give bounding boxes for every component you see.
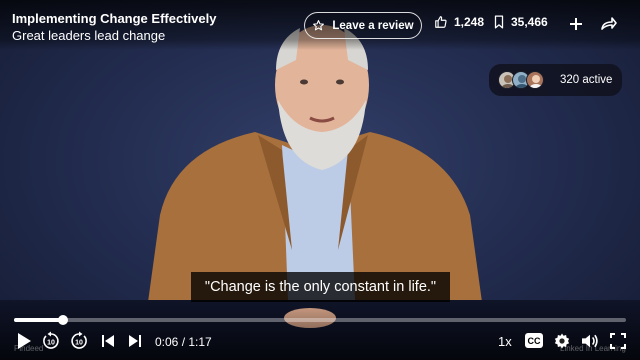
time-display: 0:06 / 1:17 — [155, 335, 212, 349]
avatar — [526, 71, 544, 89]
progress-scrubber[interactable] — [57, 315, 68, 325]
next-button[interactable] — [124, 330, 146, 352]
skip-next-icon — [128, 334, 142, 348]
skip-forward-button[interactable]: 10 — [68, 330, 90, 352]
bookmark-icon — [493, 15, 505, 29]
leave-review-label: Leave a review — [332, 19, 414, 32]
active-viewers-count: 320 active — [560, 74, 613, 86]
star-icon — [312, 19, 325, 32]
progress-bar[interactable] — [14, 315, 626, 325]
progress-fill — [14, 318, 63, 322]
chapter-title: Great leaders lead change — [12, 28, 166, 43]
skip-previous-icon — [101, 334, 115, 348]
subtitle-caption: "Change is the only constant in life." — [191, 272, 450, 302]
active-viewers-badge: 320 active — [489, 64, 622, 96]
watermark-left: Pindeed — [14, 344, 44, 353]
likes-count: 1,248 — [454, 15, 485, 29]
forward-10-icon: 10 — [69, 331, 89, 351]
plus-icon[interactable] — [566, 14, 586, 34]
viewer-avatars — [498, 69, 558, 91]
watermark-right: Linked In Learning — [560, 344, 626, 353]
share-icon[interactable] — [598, 14, 618, 34]
previous-button[interactable] — [97, 330, 119, 352]
playback-speed-button[interactable]: 1x — [498, 334, 512, 349]
saves-count: 35,466 — [511, 15, 548, 29]
like-button[interactable]: 1,248 — [434, 15, 484, 29]
video-player[interactable]: Implementing Change Effectively Great le… — [0, 0, 640, 360]
course-title[interactable]: Implementing Change Effectively — [12, 11, 216, 26]
top-bar: Implementing Change Effectively Great le… — [0, 0, 640, 50]
skip-forward-seconds: 10 — [75, 340, 83, 347]
skip-back-seconds: 10 — [47, 340, 55, 347]
controls-gradient — [0, 300, 640, 360]
rewind-10-icon: 10 — [41, 331, 61, 351]
save-button[interactable]: 35,466 — [493, 15, 548, 29]
thumbs-up-icon — [434, 15, 448, 29]
captions-button[interactable]: CC — [525, 333, 543, 348]
leave-review-button[interactable]: Leave a review — [304, 12, 422, 39]
